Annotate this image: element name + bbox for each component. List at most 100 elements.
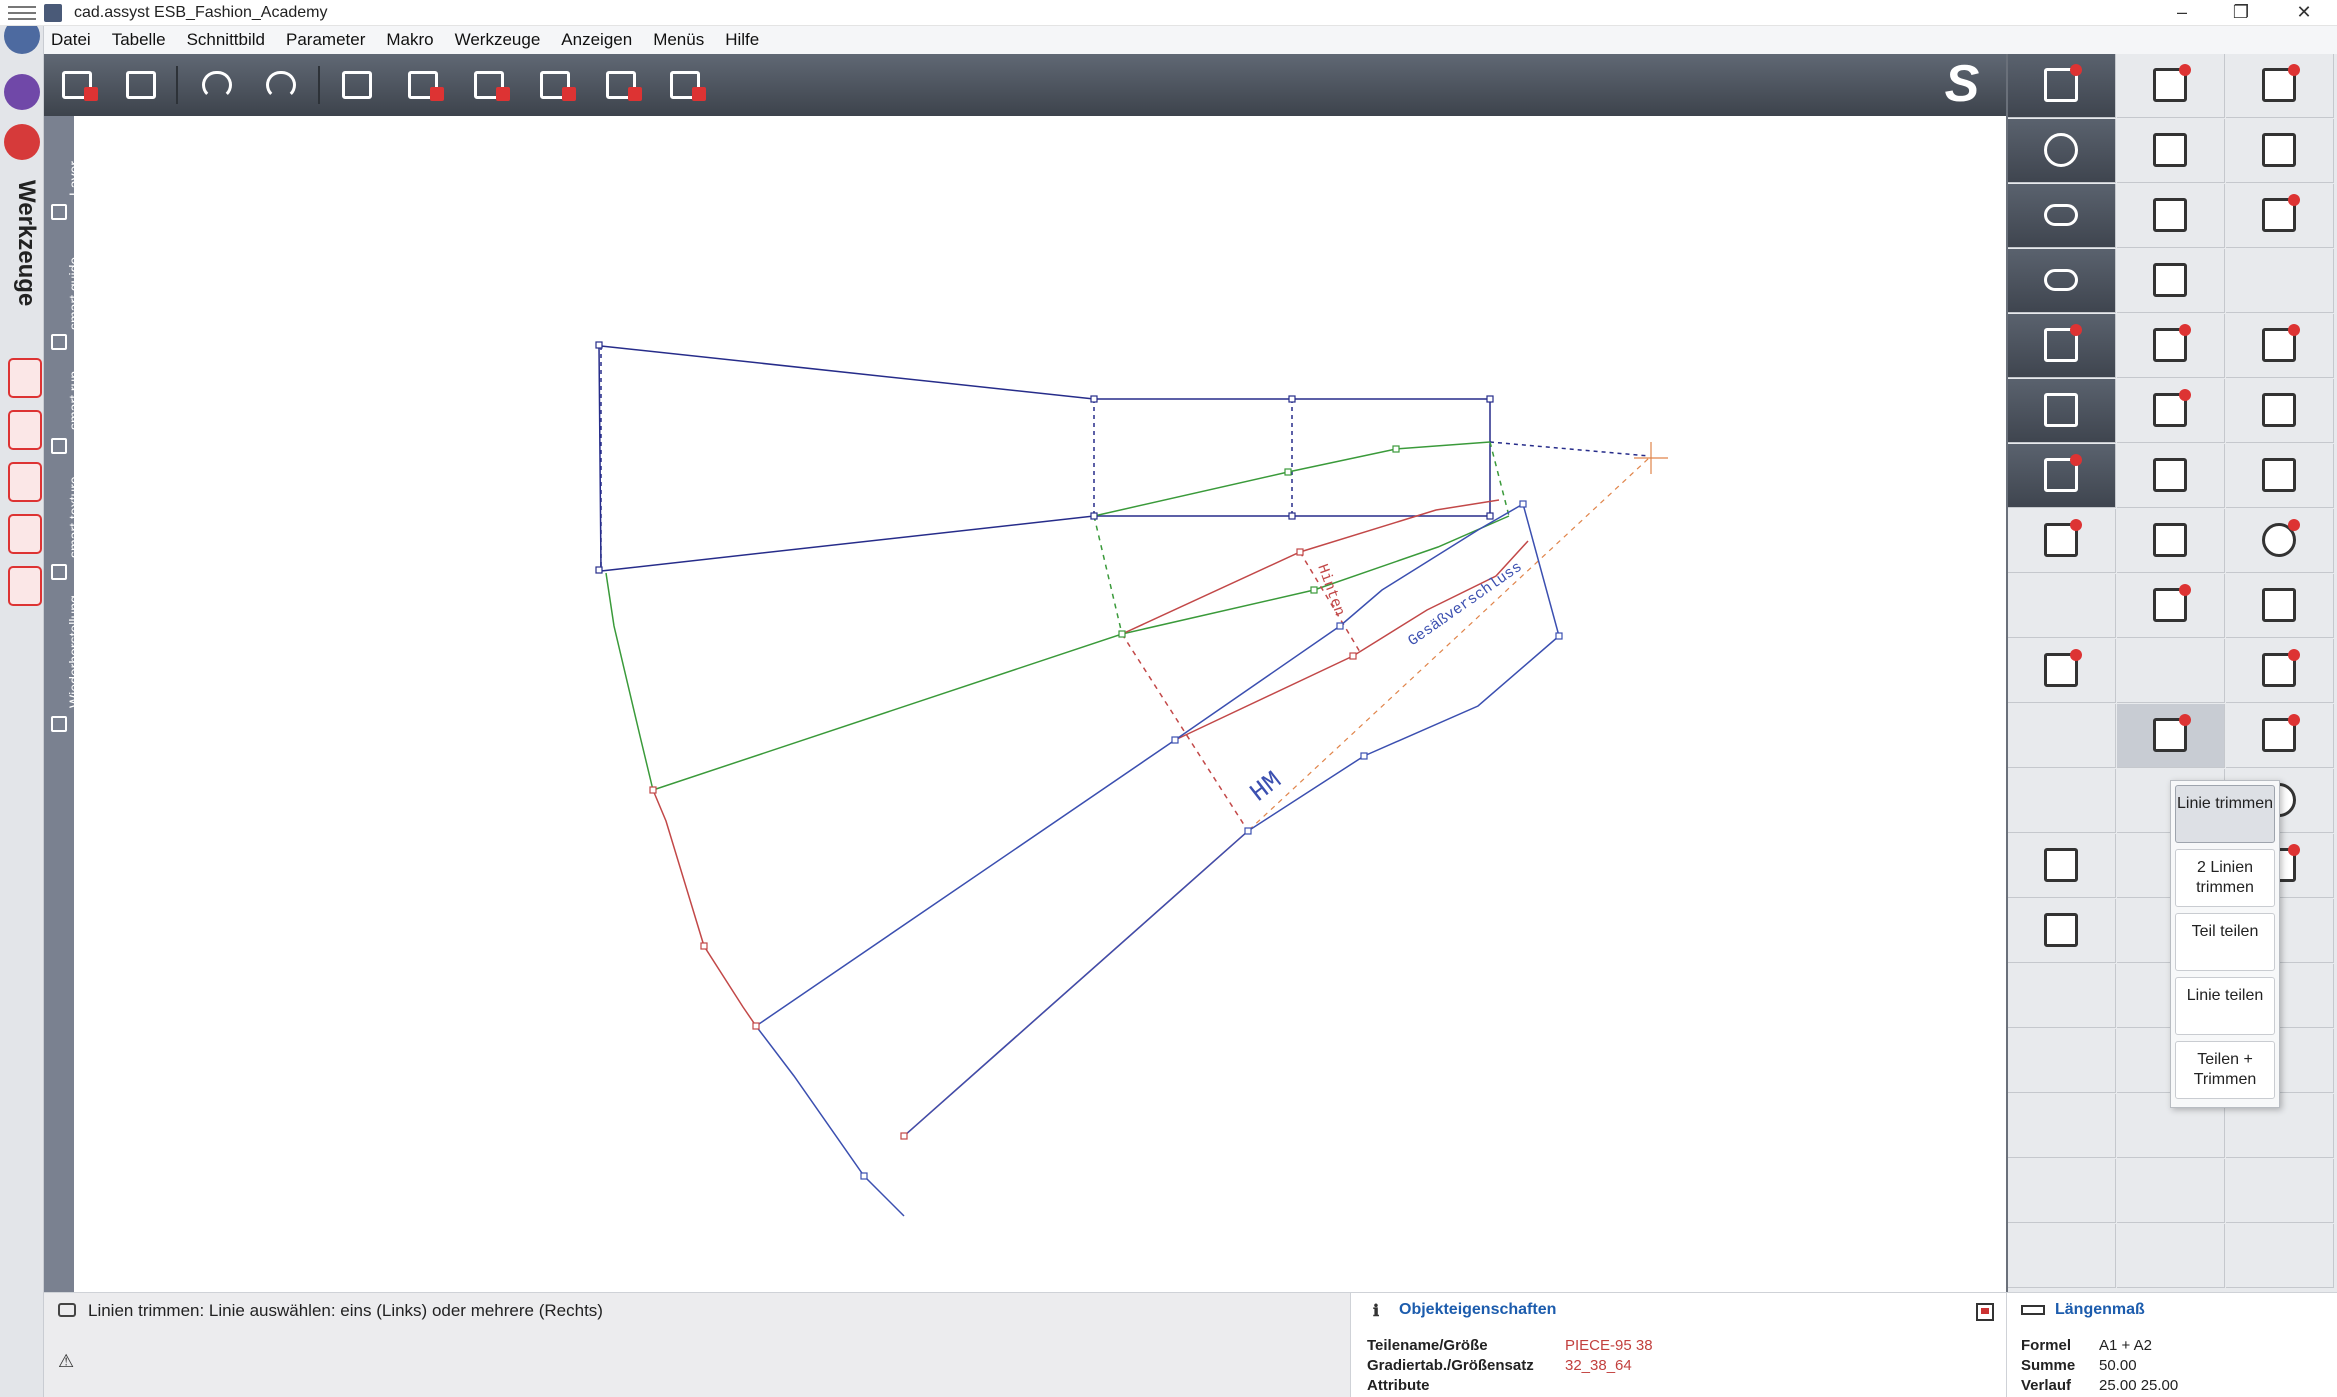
page-icon[interactable] xyxy=(2226,574,2334,638)
tab-smart-guide[interactable]: smart guide xyxy=(44,234,82,352)
menu-schnittbild[interactable]: Schnittbild xyxy=(187,26,265,50)
plotter-icon[interactable] xyxy=(2117,249,2225,313)
title-bar: cad.assyst ESB_Fashion_Academy – ❐ ✕ xyxy=(0,0,2337,26)
view-icon[interactable] xyxy=(2008,184,2116,248)
delete-icon[interactable] xyxy=(2008,509,2116,573)
toolbar-separator xyxy=(176,66,178,104)
vertex xyxy=(1284,468,1292,476)
grid-icon[interactable] xyxy=(2117,314,2225,378)
tab-layer[interactable]: Layer xyxy=(44,116,82,224)
label-hm: HM xyxy=(1244,765,1287,808)
close-button[interactable]: ✕ xyxy=(2271,0,2337,26)
tab-smart-texture[interactable]: smart texture xyxy=(44,458,82,582)
vertex xyxy=(1296,548,1304,556)
drawing-canvas[interactable]: HM Gesäßverschluss Hinten xyxy=(74,116,2006,1292)
select-grid-icon[interactable] xyxy=(2226,704,2334,768)
rotate-icon[interactable] xyxy=(2226,509,2334,573)
edit-piece-icon[interactable] xyxy=(2117,379,2225,443)
mirror-icon[interactable] xyxy=(2226,444,2334,508)
vertex xyxy=(1349,652,1357,660)
label-icon[interactable] xyxy=(2226,54,2334,118)
swap-icon[interactable] xyxy=(2226,639,2334,703)
resize-icon[interactable] xyxy=(2226,184,2334,248)
menu-tabelle[interactable]: Tabelle xyxy=(112,26,166,50)
menu-datei[interactable]: Datei xyxy=(51,26,91,50)
tools-icon[interactable] xyxy=(4,124,40,160)
pattern-drawing[interactable]: HM Gesäßverschluss Hinten xyxy=(74,116,2006,1292)
blue-lower xyxy=(903,830,1249,1137)
tab-wiederherstellung[interactable]: Wiederherstellung xyxy=(44,586,82,746)
toolbar-separator xyxy=(318,66,320,104)
smart-run-icon xyxy=(51,438,67,454)
shirt-icon[interactable] xyxy=(4,74,40,110)
vertex xyxy=(860,1172,868,1180)
split-icon[interactable] xyxy=(2117,509,2225,573)
tab-smart-run[interactable]: smart run xyxy=(44,356,82,456)
select-point-icon[interactable] xyxy=(2008,54,2116,118)
menu-werkzeuge[interactable]: Werkzeuge xyxy=(455,26,541,50)
corner-edit-icon[interactable] xyxy=(2226,119,2334,183)
vertex xyxy=(1310,586,1318,594)
corner-icon[interactable] xyxy=(2008,639,2116,703)
measure-value: 25.00 25.00 xyxy=(2099,1377,2179,1394)
zoom-icon[interactable] xyxy=(2008,119,2116,183)
green-dash xyxy=(1093,515,1123,635)
select-multi-icon[interactable] xyxy=(2008,444,2116,508)
submenu-linie-trimmen[interactable]: Linie trimmen xyxy=(2175,785,2275,843)
submenu-linie-teilen[interactable]: Linie teilen xyxy=(2175,977,2275,1035)
tool-icon[interactable] xyxy=(2117,119,2225,183)
table-icon[interactable] xyxy=(534,63,578,107)
select-icon[interactable] xyxy=(2008,314,2116,378)
maximize-button[interactable]: ❐ xyxy=(2208,0,2274,26)
menu-parameter[interactable]: Parameter xyxy=(286,26,365,50)
ext-line xyxy=(1489,441,1650,457)
tool-2-icon[interactable] xyxy=(8,410,42,450)
blue-piece xyxy=(755,503,1560,1217)
submenu-teil-teilen[interactable]: Teil teilen xyxy=(2175,913,2275,971)
menu-icon[interactable] xyxy=(8,6,36,20)
empty-cell xyxy=(2008,704,2116,768)
glasses-icon[interactable] xyxy=(2008,249,2116,313)
save-properties-icon[interactable] xyxy=(1976,1303,1994,1321)
visibility-icon[interactable] xyxy=(2008,834,2116,898)
menu-makro[interactable]: Makro xyxy=(386,26,433,50)
redo-icon[interactable] xyxy=(260,63,304,107)
message-icon xyxy=(58,1303,76,1317)
add-piece-icon[interactable] xyxy=(2226,314,2334,378)
trim-submenu: Linie trimmen 2 Linien trimmen Teil teil… xyxy=(2170,780,2280,1108)
submenu-teilen-trimmen[interactable]: Teilen + Trimmen xyxy=(2175,1041,2275,1099)
submenu-2-linien-trimmen[interactable]: 2 Linien trimmen xyxy=(2175,849,2275,907)
line-draw-icon[interactable] xyxy=(2117,54,2225,118)
tool-3-icon[interactable] xyxy=(8,462,42,502)
pieces-icon[interactable] xyxy=(2117,444,2225,508)
minimize-button[interactable]: – xyxy=(2149,0,2215,26)
settings-icon[interactable] xyxy=(2008,899,2116,963)
vertex xyxy=(595,341,603,349)
vertex xyxy=(1360,752,1368,760)
save-icon[interactable] xyxy=(120,63,164,107)
tool-4-icon[interactable] xyxy=(8,514,42,554)
piece-icon[interactable] xyxy=(468,63,512,107)
window-title: cad.assyst ESB_Fashion_Academy xyxy=(74,4,328,21)
piece-edit-icon[interactable] xyxy=(2117,574,2225,638)
menu-hilfe[interactable]: Hilfe xyxy=(725,26,759,50)
menu-anzeigen[interactable]: Anzeigen xyxy=(561,26,632,50)
tool-1-icon[interactable] xyxy=(8,358,42,398)
copy-piece-icon[interactable] xyxy=(2226,379,2334,443)
tool-5-icon[interactable] xyxy=(8,566,42,606)
empty-cell xyxy=(2008,1224,2116,1288)
blue-bottom xyxy=(1247,635,1560,832)
plot-icon[interactable] xyxy=(336,63,380,107)
line-icon[interactable] xyxy=(2008,379,2116,443)
assyst-logo: S xyxy=(1944,55,1980,113)
edit-icon[interactable] xyxy=(600,63,644,107)
undo-icon[interactable] xyxy=(196,63,240,107)
open-icon[interactable] xyxy=(56,63,100,107)
menu-menues[interactable]: Menüs xyxy=(653,26,704,50)
empty-cell xyxy=(2008,1094,2116,1158)
trim-icon[interactable] xyxy=(2117,704,2225,768)
delete-piece-icon[interactable] xyxy=(402,63,446,107)
export-icon[interactable] xyxy=(664,63,708,107)
warning-icon: ⚠ xyxy=(58,1351,75,1371)
piece-icon[interactable] xyxy=(2117,184,2225,248)
